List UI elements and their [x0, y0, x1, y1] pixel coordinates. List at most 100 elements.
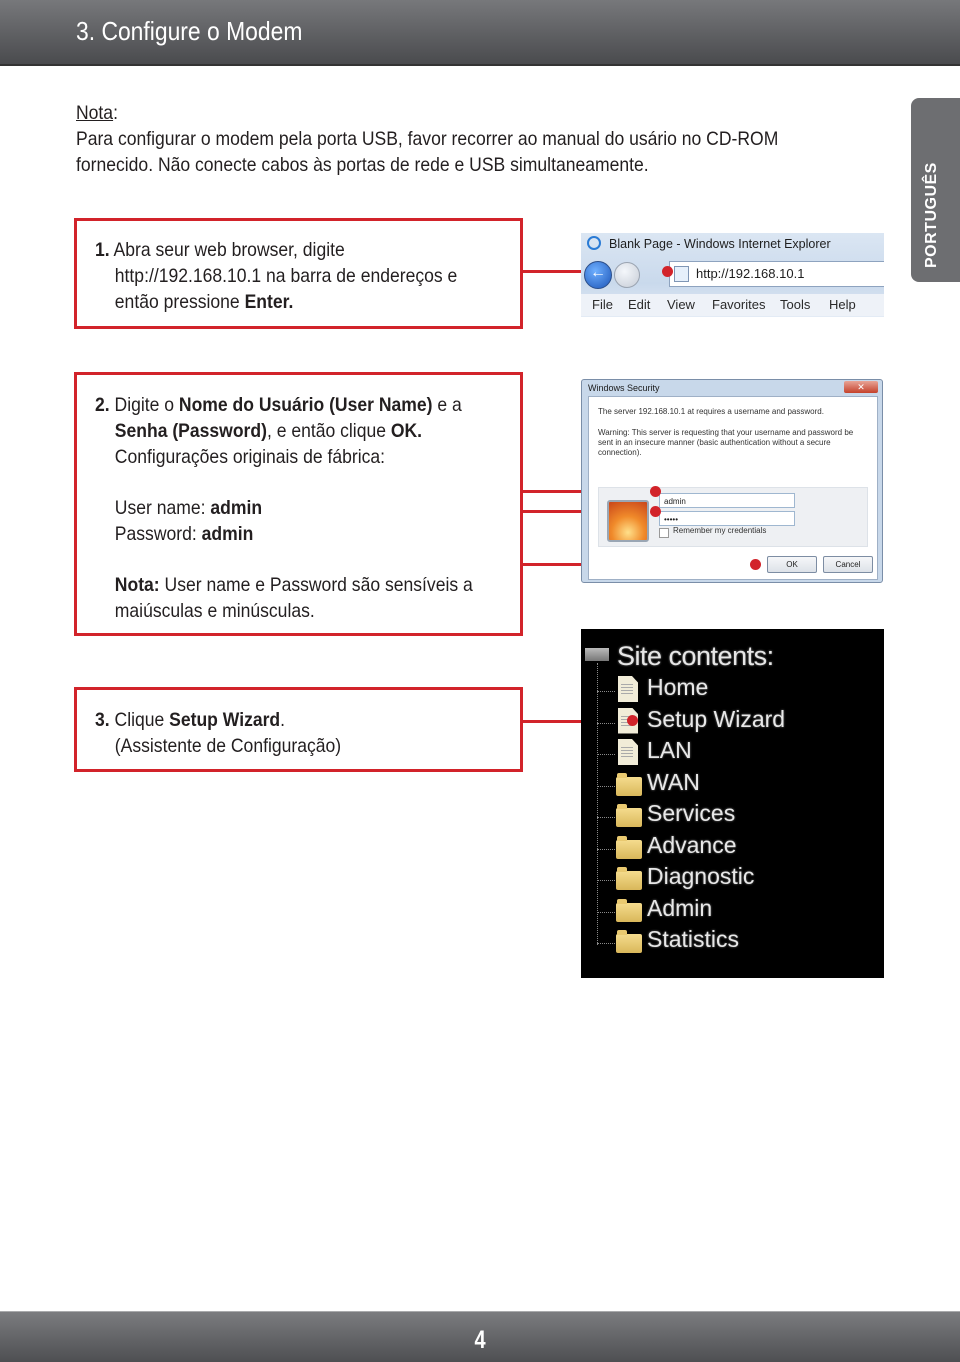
step-1-enter: Enter. [244, 291, 294, 313]
menu-view[interactable]: View [667, 297, 695, 312]
site-item-label[interactable]: Advance [647, 832, 737, 859]
tree-line [597, 663, 598, 945]
password-input[interactable]: ••••• [659, 511, 795, 526]
dialog-message: The server 192.168.10.1 at requires a us… [598, 407, 824, 416]
step-3-number: 3. [95, 709, 110, 731]
folder-icon [616, 804, 642, 827]
language-tab-label: PORTUGUÊS [923, 162, 940, 268]
step-1-line-2: http://192.168.10.1 na barra de endereço… [114, 265, 458, 287]
menu-help[interactable]: Help [829, 297, 856, 312]
tree-branch [597, 880, 615, 881]
site-item-label[interactable]: Setup Wizard [647, 706, 785, 733]
site-item-label[interactable]: LAN [647, 737, 692, 764]
step-3-line-2: (Assistente de Configuração) [114, 735, 342, 757]
tree-branch [597, 691, 615, 692]
site-item-label[interactable]: Diagnostic [647, 863, 754, 890]
step-1-line-3: então pressione Enter. [95, 289, 294, 315]
close-icon[interactable]: ✕ [844, 381, 878, 393]
dialog-warning-3: connection). [598, 448, 642, 457]
step-2-text-2a: Senha (Password) [114, 420, 267, 442]
step-2-text-2b: , e então clique [266, 420, 391, 442]
windows-security-dialog: Windows Security ✕ The server 192.168.10… [581, 379, 883, 583]
note-colon: : [113, 102, 118, 124]
credential-panel: admin ••••• Remember my credentials [598, 487, 868, 547]
password-label: Password: [114, 523, 202, 545]
site-item-label[interactable]: Statistics [647, 926, 739, 953]
step-3-line-1: 3. Clique Setup Wizard. [95, 707, 285, 733]
step-3-box: 3. Clique Setup Wizard. (Assistente de C… [74, 687, 523, 772]
page-title: 3. Configure o Modem [76, 16, 303, 46]
page-icon [618, 676, 638, 702]
browser-title: Blank Page - Windows Internet Explorer [609, 237, 831, 251]
step-1-number: 1. [95, 239, 110, 261]
tree-branch [597, 754, 615, 755]
case-note-text-1: User name e Password são sensíveis a [159, 574, 473, 596]
site-contents-panel: Site contents: Home Setup Wizard LAN WAN Ser… [581, 629, 884, 978]
page-header: 3. Configure o Modem [0, 0, 960, 66]
username-input[interactable]: admin [659, 493, 795, 508]
ok-button[interactable]: OK [767, 556, 817, 573]
usb-note: Nota: Para configurar o modem pela porta… [76, 100, 876, 178]
connector-dot-username [650, 486, 661, 497]
menu-file[interactable]: File [592, 297, 613, 312]
username-value: admin [210, 497, 263, 519]
step-2-line-3: Configurações originais de fábrica: [114, 446, 386, 468]
remember-checkbox[interactable] [659, 528, 669, 538]
step-2-box: 2. Digite o Nome do Usuário (User Name) … [74, 372, 523, 636]
cancel-button[interactable]: Cancel [823, 556, 873, 573]
step-3-text-1a: Clique [114, 709, 170, 731]
site-item-label[interactable]: Admin [647, 895, 712, 922]
connector-dot-ok [750, 559, 761, 570]
case-note-label: Nota: [114, 574, 160, 596]
forward-button-icon[interactable] [614, 262, 640, 288]
note-line-1: Para configurar o modem pela porta USB, … [76, 128, 779, 150]
dialog-warning-2: sent in an insecure manner (basic authen… [598, 438, 831, 447]
note-label: Nota [76, 102, 114, 124]
folder-icon [616, 898, 642, 922]
address-bar[interactable]: http://192.168.10.1 [669, 261, 884, 287]
menu-edit[interactable]: Edit [628, 297, 650, 312]
dialog-title: Windows Security [588, 383, 660, 393]
site-contents-title: Site contents: [617, 641, 774, 671]
step-3-setup-wizard: Setup Wizard [169, 709, 281, 731]
step-2-number: 2. [95, 394, 110, 416]
connector-dot-address [662, 266, 673, 277]
tree-branch [597, 943, 615, 944]
step-3-text-1c: . [280, 709, 286, 731]
step-2-text-1a: Digite o [114, 394, 179, 416]
step-1-text-3: então pressione [114, 291, 245, 313]
folder-icon [616, 930, 642, 953]
username-label: User name: [114, 497, 211, 519]
step-2-text-1c: e a [432, 394, 462, 416]
step-1-text-1: Abra seur web browser, digite [113, 239, 345, 261]
default-password: Password: admin [95, 521, 254, 547]
step-1-line-1: 1. Abra seur web browser, digite [95, 237, 345, 263]
step-2-text-2c: OK. [390, 420, 423, 442]
default-username: User name: admin [95, 495, 262, 521]
dialog-warning-1: Warning: This server is requesting that … [598, 428, 854, 437]
password-value: admin [201, 523, 254, 545]
case-note-line-1: Nota: User name e Password são sensíveis… [95, 572, 473, 598]
page-icon [674, 266, 689, 282]
dialog-body: The server 192.168.10.1 at requires a us… [588, 396, 878, 580]
folder-icon [616, 835, 642, 859]
connector-dot-setup-wizard [627, 715, 638, 726]
site-item-label[interactable]: Services [647, 800, 735, 827]
tree-branch [597, 785, 615, 787]
page-icon [618, 739, 638, 765]
tree-branch [597, 817, 615, 818]
back-button-icon[interactable] [584, 261, 612, 289]
user-avatar-icon [607, 500, 649, 542]
site-item-label[interactable]: Home [647, 674, 708, 701]
tree-branch [597, 848, 615, 850]
browser-screenshot: Blank Page - Windows Internet Explorer h… [581, 233, 884, 317]
browser-menu-bar: File Edit View Favorites Tools Help [581, 294, 884, 316]
note-line-2: fornecido. Não conecte cabos às portas d… [76, 154, 649, 176]
menu-favorites[interactable]: Favorites [712, 297, 765, 312]
case-note-line-2: maiúsculas e minúsculas. [114, 600, 315, 622]
menu-tools[interactable]: Tools [780, 297, 810, 312]
folder-icon [616, 867, 642, 890]
site-item-label[interactable]: WAN [647, 769, 700, 796]
folder-icon [616, 772, 642, 796]
step-2-line-1: 2. Digite o Nome do Usuário (User Name) … [95, 392, 462, 418]
